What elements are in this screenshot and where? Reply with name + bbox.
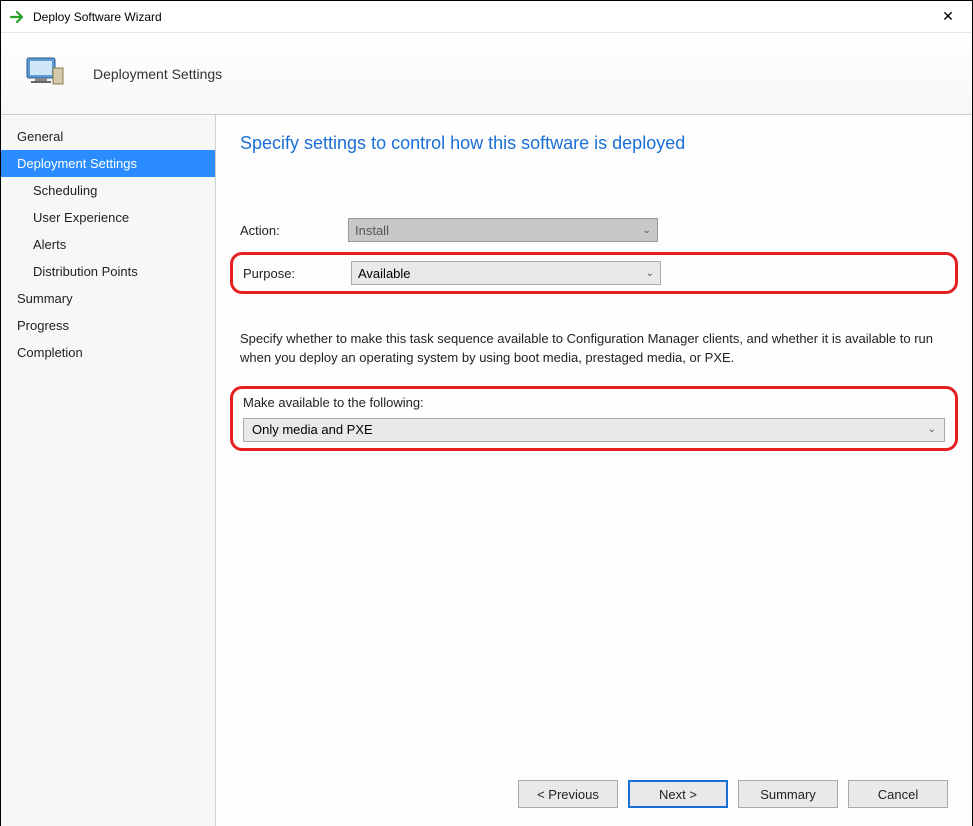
nav-deployment-settings[interactable]: Deployment Settings — [1, 150, 215, 177]
nav-user-experience[interactable]: User Experience — [1, 204, 215, 231]
nav-completion[interactable]: Completion — [1, 339, 215, 366]
close-button[interactable]: ✕ — [932, 8, 964, 25]
main-heading: Specify settings to control how this sof… — [240, 133, 948, 154]
make-available-highlight: Make available to the following: Only me… — [230, 386, 958, 451]
cancel-button[interactable]: Cancel — [848, 780, 948, 808]
action-select: Install ⌄ — [348, 218, 658, 242]
nav-alerts[interactable]: Alerts — [1, 231, 215, 258]
page-title: Deployment Settings — [93, 66, 222, 82]
button-bar: < Previous Next > Summary Cancel — [518, 780, 948, 808]
summary-button[interactable]: Summary — [738, 780, 838, 808]
chevron-down-icon: ⌄ — [928, 424, 936, 435]
chevron-down-icon: ⌄ — [646, 268, 654, 279]
nav-scheduling[interactable]: Scheduling — [1, 177, 215, 204]
wizard-header: Deployment Settings — [1, 33, 972, 115]
help-text: Specify whether to make this task sequen… — [240, 330, 948, 368]
computer-deploy-icon — [21, 50, 69, 98]
nav-general[interactable]: General — [1, 123, 215, 150]
action-label: Action: — [240, 223, 348, 238]
action-value: Install — [355, 223, 389, 238]
nav-progress[interactable]: Progress — [1, 312, 215, 339]
next-button[interactable]: Next > — [628, 780, 728, 808]
nav-distribution-points[interactable]: Distribution Points — [1, 258, 215, 285]
purpose-label: Purpose: — [243, 266, 351, 281]
main-panel: Specify settings to control how this sof… — [216, 115, 972, 826]
make-available-value: Only media and PXE — [252, 422, 373, 437]
purpose-value: Available — [358, 266, 411, 281]
titlebar: Deploy Software Wizard ✕ — [1, 1, 972, 33]
make-available-select[interactable]: Only media and PXE ⌄ — [243, 418, 945, 442]
previous-button[interactable]: < Previous — [518, 780, 618, 808]
window-title: Deploy Software Wizard — [33, 10, 932, 24]
wizard-nav: General Deployment Settings Scheduling U… — [1, 115, 216, 826]
purpose-highlight: Purpose: Available ⌄ — [230, 252, 958, 294]
nav-summary[interactable]: Summary — [1, 285, 215, 312]
wizard-arrow-icon — [9, 8, 27, 26]
chevron-down-icon: ⌄ — [643, 225, 651, 236]
purpose-select[interactable]: Available ⌄ — [351, 261, 661, 285]
make-available-label: Make available to the following: — [243, 395, 945, 410]
action-row: Action: Install ⌄ — [240, 218, 948, 242]
